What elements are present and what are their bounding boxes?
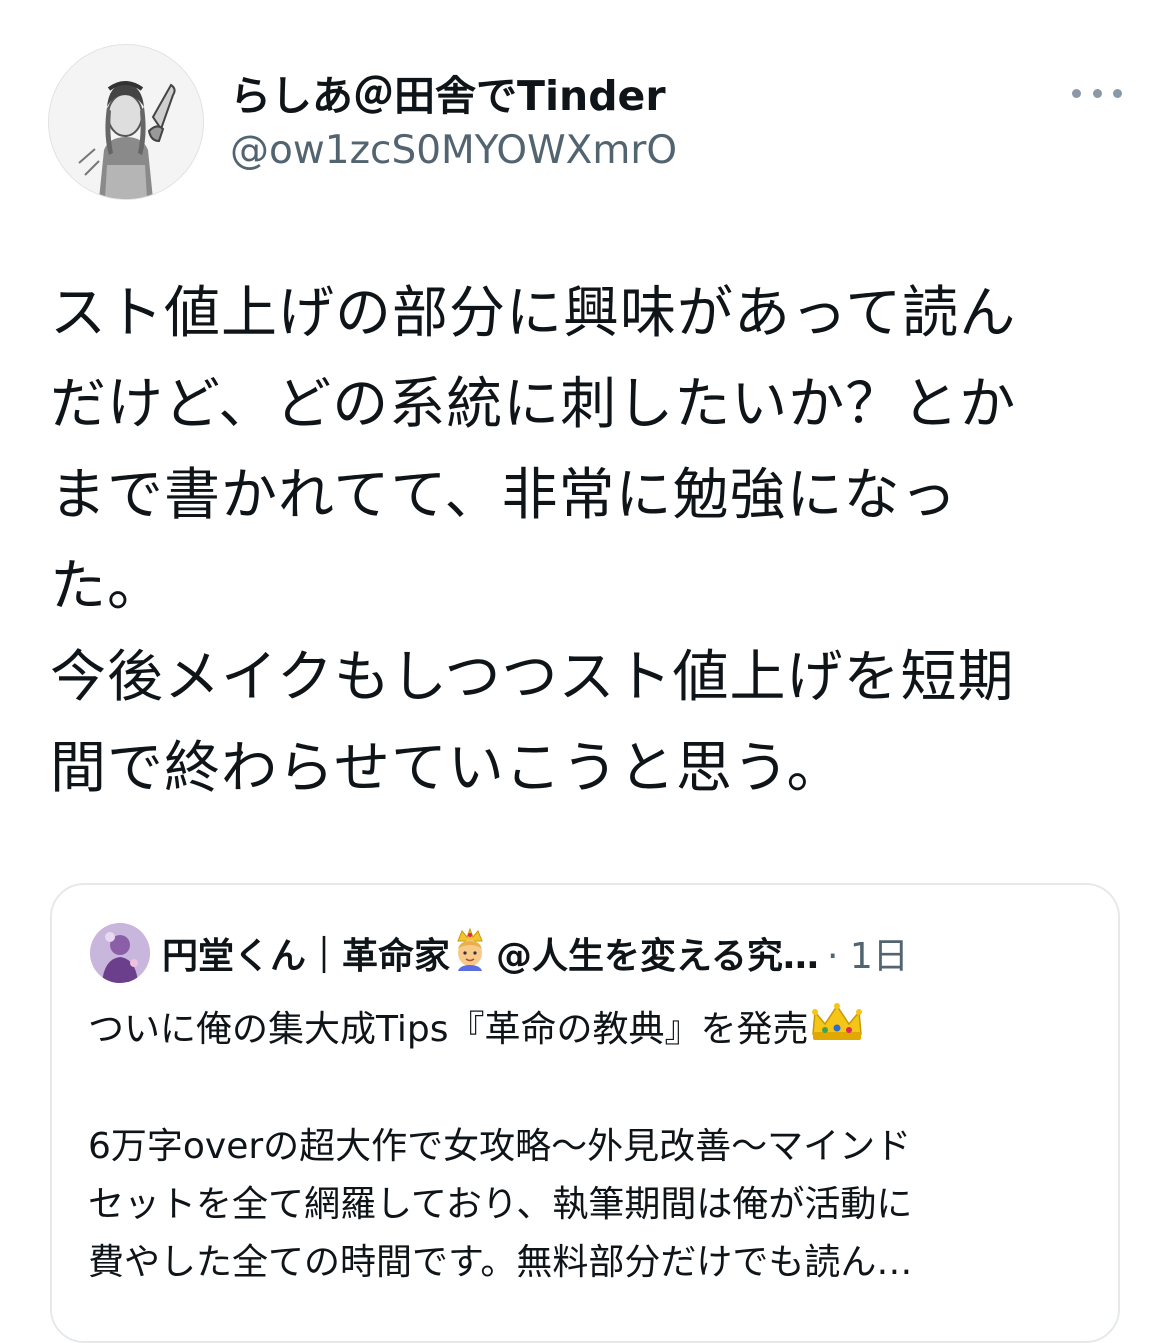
quoted-tweet-text: ついに俺の集大成Tips『革命の教典』を発売​ 6万字overの超大作で女攻略〜外… (88, 1001, 1088, 1292)
quoted-body-line: 費やした全ての時間です。無料部分だけでも読ん… (88, 1242, 913, 1283)
quoted-tweet-time[interactable]: · 1日 (827, 927, 909, 979)
tweet-text-line: だけど、どの系統に刺したいか？とか (50, 372, 1017, 437)
author-handle[interactable]: @ow1zcS0MYOWXmrO (230, 126, 677, 176)
dot (1072, 88, 1081, 98)
avatar-illustration-icon (49, 45, 203, 199)
quoted-body-line: セットを全て網羅しており、執筆期間は俺が活動に (88, 1184, 913, 1225)
tweet-text-line: 間で終わらせていこうと思う。 (50, 736, 844, 801)
quoted-spacer: ​ (88, 1060, 1088, 1118)
tweet-text-line: 今後メイクもしつつスト値上げを短期 (50, 645, 1015, 710)
quoted-avatar-image-icon (90, 923, 150, 983)
tweet-text-line: た。 (50, 554, 164, 619)
more-options-icon[interactable] (1072, 78, 1122, 108)
quoted-author-suffix[interactable]: @人生を変える究… (496, 927, 819, 979)
dot (1092, 88, 1102, 98)
tweet-text-line: まで書かれてて、非常に勉強になっ (50, 463, 958, 528)
author-name[interactable]: らしあ＠田舎でTinder (230, 70, 666, 122)
quoted-author-name[interactable]: 円堂くん｜革命家 (162, 927, 450, 979)
author-avatar[interactable] (48, 44, 204, 200)
dot (1113, 88, 1122, 98)
tweet-header: らしあ＠田舎でTinder @ow1zcS0MYOWXmrO (48, 44, 1128, 200)
crown-emoji-icon (809, 1002, 865, 1060)
prince-emoji-icon (450, 927, 490, 980)
tweet-text-line: スト値上げの部分に興味があって読ん (50, 281, 1017, 346)
quoted-line-1: ついに俺の集大成Tips『革命の教典』を発売 (88, 1001, 1088, 1060)
tweet-text: スト値上げの部分に興味があって読ん だけど、どの系統に刺したいか？とか まで書かれて… (50, 268, 1130, 814)
quoted-body-line: 6万字overの超大作で女攻略〜外見改善〜マインド (88, 1126, 912, 1167)
quoted-tweet-card[interactable]: 円堂くん｜革命家 @人生を変える究… · 1日 ついに俺の集大成Tips『革命の… (50, 883, 1120, 1343)
quoted-tweet-header: 円堂くん｜革命家 @人生を変える究… · 1日 (162, 925, 909, 981)
quoted-author-avatar[interactable] (90, 923, 150, 983)
